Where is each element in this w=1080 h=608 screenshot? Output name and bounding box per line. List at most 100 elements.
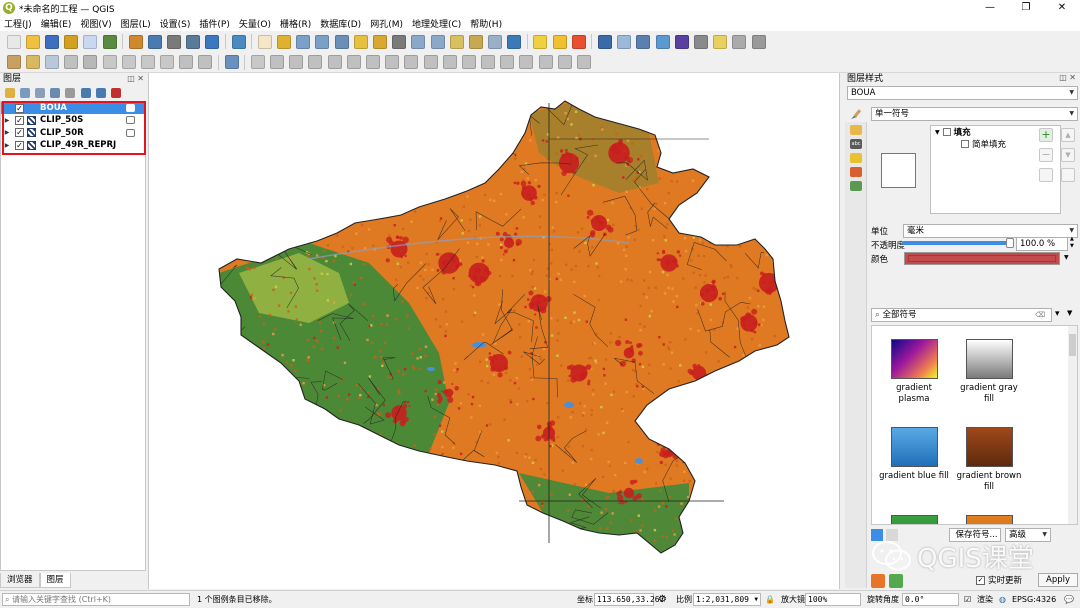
remove-layer-icon[interactable] bbox=[110, 88, 121, 98]
split-parts-icon[interactable] bbox=[481, 55, 496, 69]
open-project-icon[interactable] bbox=[25, 34, 40, 49]
crs-globe-icon[interactable]: ◍ bbox=[999, 593, 1006, 606]
symbol-root-checkbox[interactable] bbox=[942, 128, 951, 136]
menu-edit[interactable]: 编辑(E) bbox=[41, 17, 72, 30]
add-part-icon[interactable] bbox=[346, 55, 361, 69]
move-down-button[interactable]: ▼ bbox=[1061, 148, 1075, 162]
show-bookmarks-icon[interactable] bbox=[468, 34, 483, 49]
zoom-last-icon[interactable] bbox=[411, 34, 426, 49]
zoom-in-icon[interactable] bbox=[296, 34, 311, 49]
attribute-table-icon[interactable] bbox=[617, 34, 632, 49]
zoom-full-icon[interactable] bbox=[334, 34, 349, 49]
filter-indicator-icon[interactable] bbox=[126, 104, 135, 112]
menu-plugins[interactable]: 插件(P) bbox=[199, 17, 229, 30]
menu-database[interactable]: 数据库(D) bbox=[320, 17, 361, 30]
undo-icon[interactable] bbox=[179, 55, 194, 69]
merge-features-icon[interactable] bbox=[500, 55, 515, 69]
add-group-icon[interactable] bbox=[19, 88, 30, 98]
add-gps-icon[interactable] bbox=[186, 34, 201, 49]
save-edits-icon[interactable] bbox=[44, 55, 59, 69]
menu-raster[interactable]: 栅格(R) bbox=[280, 17, 311, 30]
live-update-checkbox[interactable]: ✓ bbox=[976, 575, 985, 585]
symbol-gallery[interactable]: gradient plasma gradient gray fill gradi… bbox=[871, 325, 1078, 525]
select-features-icon[interactable] bbox=[533, 34, 548, 49]
delete-ring-icon[interactable] bbox=[385, 55, 400, 69]
rotate-feature-icon[interactable] bbox=[289, 55, 304, 69]
layer-row-clip-50s[interactable]: ▶ ✓ CLIP_50S bbox=[1, 114, 145, 126]
menu-mesh[interactable]: 网孔(M) bbox=[370, 17, 403, 30]
tab-browser[interactable]: 浏览器 bbox=[0, 573, 40, 588]
history-tab-icon[interactable] bbox=[850, 181, 862, 191]
move-feature-icon[interactable] bbox=[270, 55, 285, 69]
menu-help[interactable]: 帮助(H) bbox=[470, 17, 502, 30]
print-layout-icon[interactable] bbox=[83, 34, 98, 49]
3d-view-tab-icon[interactable] bbox=[850, 153, 862, 163]
close-button[interactable]: ✕ bbox=[1044, 0, 1080, 16]
refresh-icon[interactable] bbox=[507, 34, 522, 49]
processing-toolbox-icon[interactable] bbox=[655, 34, 670, 49]
expand-all-icon[interactable] bbox=[80, 88, 91, 98]
collapse-arrow-icon[interactable]: ▼ bbox=[935, 129, 940, 136]
layer-visibility-checkbox[interactable]: ✓ bbox=[15, 103, 24, 113]
layer-tree[interactable]: ✓ BOUA ▶ ✓ CLIP_50S ▶ ✓ CLIP_50R ▶ ✓ CLI… bbox=[0, 101, 146, 571]
panel-float-close-buttons[interactable]: ◫ ✕ bbox=[1059, 73, 1076, 82]
style-manager-icon[interactable] bbox=[102, 34, 117, 49]
cut-features-icon[interactable] bbox=[121, 55, 136, 69]
add-symbol-layer-button[interactable]: + bbox=[1039, 128, 1053, 142]
manage-visibility-icon[interactable] bbox=[34, 88, 45, 98]
menu-vector[interactable]: 矢量(O) bbox=[239, 17, 271, 30]
expand-arrow-icon[interactable]: ▶ bbox=[3, 142, 11, 149]
apply-button[interactable]: Apply bbox=[1038, 573, 1078, 587]
move-up-button[interactable]: ▲ bbox=[1061, 128, 1075, 142]
lock-layer-button[interactable] bbox=[1039, 168, 1053, 182]
symbol-gradient-plasma[interactable]: gradient plasma bbox=[874, 339, 954, 404]
opacity-slider-handle[interactable] bbox=[1006, 238, 1014, 248]
chevron-down-icon[interactable]: ▼ bbox=[1064, 254, 1069, 261]
add-vector-icon[interactable] bbox=[128, 34, 143, 49]
collapse-all-icon[interactable] bbox=[95, 88, 106, 98]
annotation-icon[interactable] bbox=[732, 34, 747, 49]
live-update-toggle[interactable]: ✓ 实时更新 bbox=[976, 574, 1022, 586]
offset-curve-icon[interactable] bbox=[442, 55, 457, 69]
remove-symbol-layer-button[interactable]: − bbox=[1039, 148, 1053, 162]
symbol-green-fill[interactable] bbox=[874, 515, 954, 524]
diagrams-tab-icon[interactable] bbox=[850, 167, 862, 177]
layer-visibility-checkbox[interactable]: ✓ bbox=[15, 140, 24, 150]
filter-legend-icon[interactable] bbox=[50, 88, 61, 98]
renderer-type-combo[interactable]: 单一符号 ▼ bbox=[871, 107, 1078, 121]
menu-settings[interactable]: 设置(S) bbox=[160, 17, 191, 30]
map-canvas[interactable] bbox=[148, 73, 840, 589]
clear-input-icon[interactable]: ⌫ bbox=[1035, 309, 1045, 321]
layer-indicator-icon[interactable] bbox=[126, 116, 135, 125]
undo-style-icon[interactable] bbox=[871, 574, 885, 588]
layer-visibility-checkbox[interactable]: ✓ bbox=[15, 128, 24, 138]
lock-scale-icon[interactable]: 🔒 bbox=[765, 593, 775, 606]
add-raster-icon[interactable] bbox=[147, 34, 162, 49]
layer-row-clip-49r-reprj[interactable]: ▶ ✓ CLIP_49R_REPRJ bbox=[1, 139, 145, 151]
spin-arrows-icon[interactable]: ▲ ▼ bbox=[1070, 236, 1074, 250]
statistics-sigma-icon[interactable] bbox=[674, 34, 689, 49]
current-edits-icon[interactable] bbox=[6, 55, 21, 69]
layer-visibility-checkbox[interactable]: ✓ bbox=[15, 115, 24, 125]
zoom-native-icon[interactable] bbox=[392, 34, 407, 49]
crs-button[interactable]: EPSG:4326 bbox=[1012, 593, 1056, 606]
database-icon[interactable] bbox=[224, 55, 239, 69]
zoom-next-icon[interactable] bbox=[430, 34, 445, 49]
layer-row-boua[interactable]: ✓ BOUA bbox=[1, 102, 145, 115]
paste-features-icon[interactable] bbox=[160, 55, 175, 69]
redo-style-icon[interactable] bbox=[889, 574, 903, 588]
redo-icon[interactable] bbox=[198, 55, 213, 69]
menu-layer[interactable]: 图层(L) bbox=[121, 17, 151, 30]
deselect-icon[interactable] bbox=[571, 34, 586, 49]
label-tool-icon[interactable] bbox=[577, 55, 592, 69]
duplicate-layer-button[interactable] bbox=[1061, 168, 1075, 182]
toggle-editing-icon[interactable] bbox=[25, 55, 40, 69]
opacity-slider[interactable] bbox=[902, 241, 1013, 245]
menu-project[interactable]: 工程(J) bbox=[4, 17, 32, 30]
add-wms-icon[interactable] bbox=[205, 34, 220, 49]
fill-ring-icon[interactable] bbox=[365, 55, 380, 69]
pan-icon[interactable] bbox=[257, 34, 272, 49]
reshape-icon[interactable] bbox=[423, 55, 438, 69]
vertex-tool-icon[interactable] bbox=[83, 55, 98, 69]
messages-icon[interactable]: 💬 bbox=[1064, 593, 1074, 606]
